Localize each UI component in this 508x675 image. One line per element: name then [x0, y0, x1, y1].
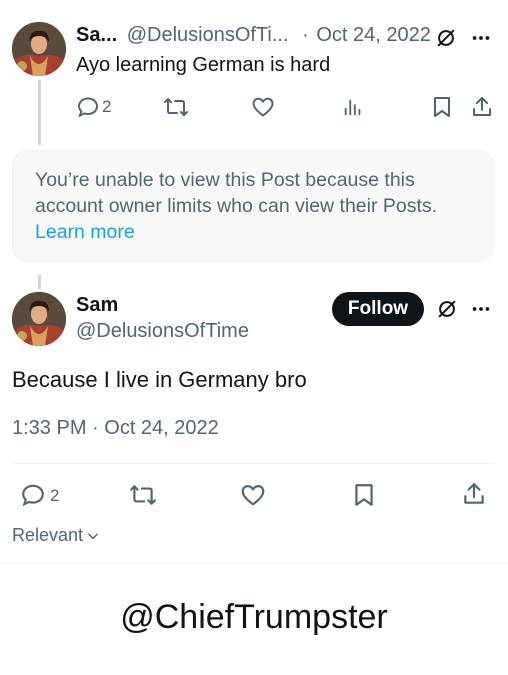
- like-icon[interactable]: [251, 95, 275, 119]
- bookmark-icon[interactable]: [351, 482, 377, 508]
- repost-icon[interactable]: [129, 482, 157, 508]
- like-icon[interactable]: [240, 482, 266, 508]
- share-icon[interactable]: [461, 481, 487, 507]
- top-post-author-name[interactable]: Sa...: [76, 24, 117, 46]
- reply-icon[interactable]: [20, 482, 46, 508]
- thread-line: [38, 275, 41, 289]
- sort-label: Relevant: [12, 525, 84, 545]
- chevron-down-icon: [86, 529, 100, 543]
- reply-count: 2: [102, 97, 112, 116]
- main-post-author-handle[interactable]: @DelusionsOfTime: [76, 320, 249, 343]
- top-post-text: Ayo learning German is hard: [76, 54, 331, 76]
- avatar[interactable]: [12, 292, 66, 346]
- top-post-date[interactable]: Oct 24, 2022: [316, 24, 431, 46]
- divider: [12, 463, 494, 464]
- top-post-author-handle[interactable]: @DelusionsOfTi...: [127, 24, 289, 46]
- sort-replies-dropdown[interactable]: Relevant: [12, 525, 100, 546]
- learn-more-link[interactable]: Learn more: [35, 219, 471, 245]
- avatar[interactable]: [12, 22, 66, 76]
- reply-icon[interactable]: [76, 95, 100, 119]
- more-icon[interactable]: [470, 27, 492, 49]
- unavailable-message: You’re unable to view this Post because …: [35, 169, 438, 217]
- grok-icon[interactable]: [435, 27, 457, 49]
- main-post-text: Because I live in Germany bro: [12, 367, 307, 392]
- top-post-header: Sa... @DelusionsOfTi... · Oct 24, 2022: [76, 24, 431, 47]
- grok-icon[interactable]: [436, 298, 458, 320]
- unavailable-post-card: You’re unable to view this Post because …: [12, 150, 494, 262]
- separator-dot: ·: [302, 24, 309, 46]
- bookmark-icon[interactable]: [430, 95, 454, 119]
- repost-icon[interactable]: [163, 95, 189, 119]
- share-icon[interactable]: [470, 95, 494, 119]
- divider: [0, 563, 508, 564]
- follow-button[interactable]: Follow: [332, 292, 424, 326]
- thread-line: [38, 80, 41, 145]
- watermark-text: @ChiefTrumpster: [120, 598, 388, 636]
- more-icon[interactable]: [470, 298, 492, 320]
- reply-count: 2: [50, 486, 60, 505]
- main-post-timestamp[interactable]: 1:33 PM · Oct 24, 2022: [12, 417, 219, 440]
- views-icon[interactable]: [342, 96, 364, 118]
- main-post-author-name[interactable]: Sam: [76, 294, 118, 317]
